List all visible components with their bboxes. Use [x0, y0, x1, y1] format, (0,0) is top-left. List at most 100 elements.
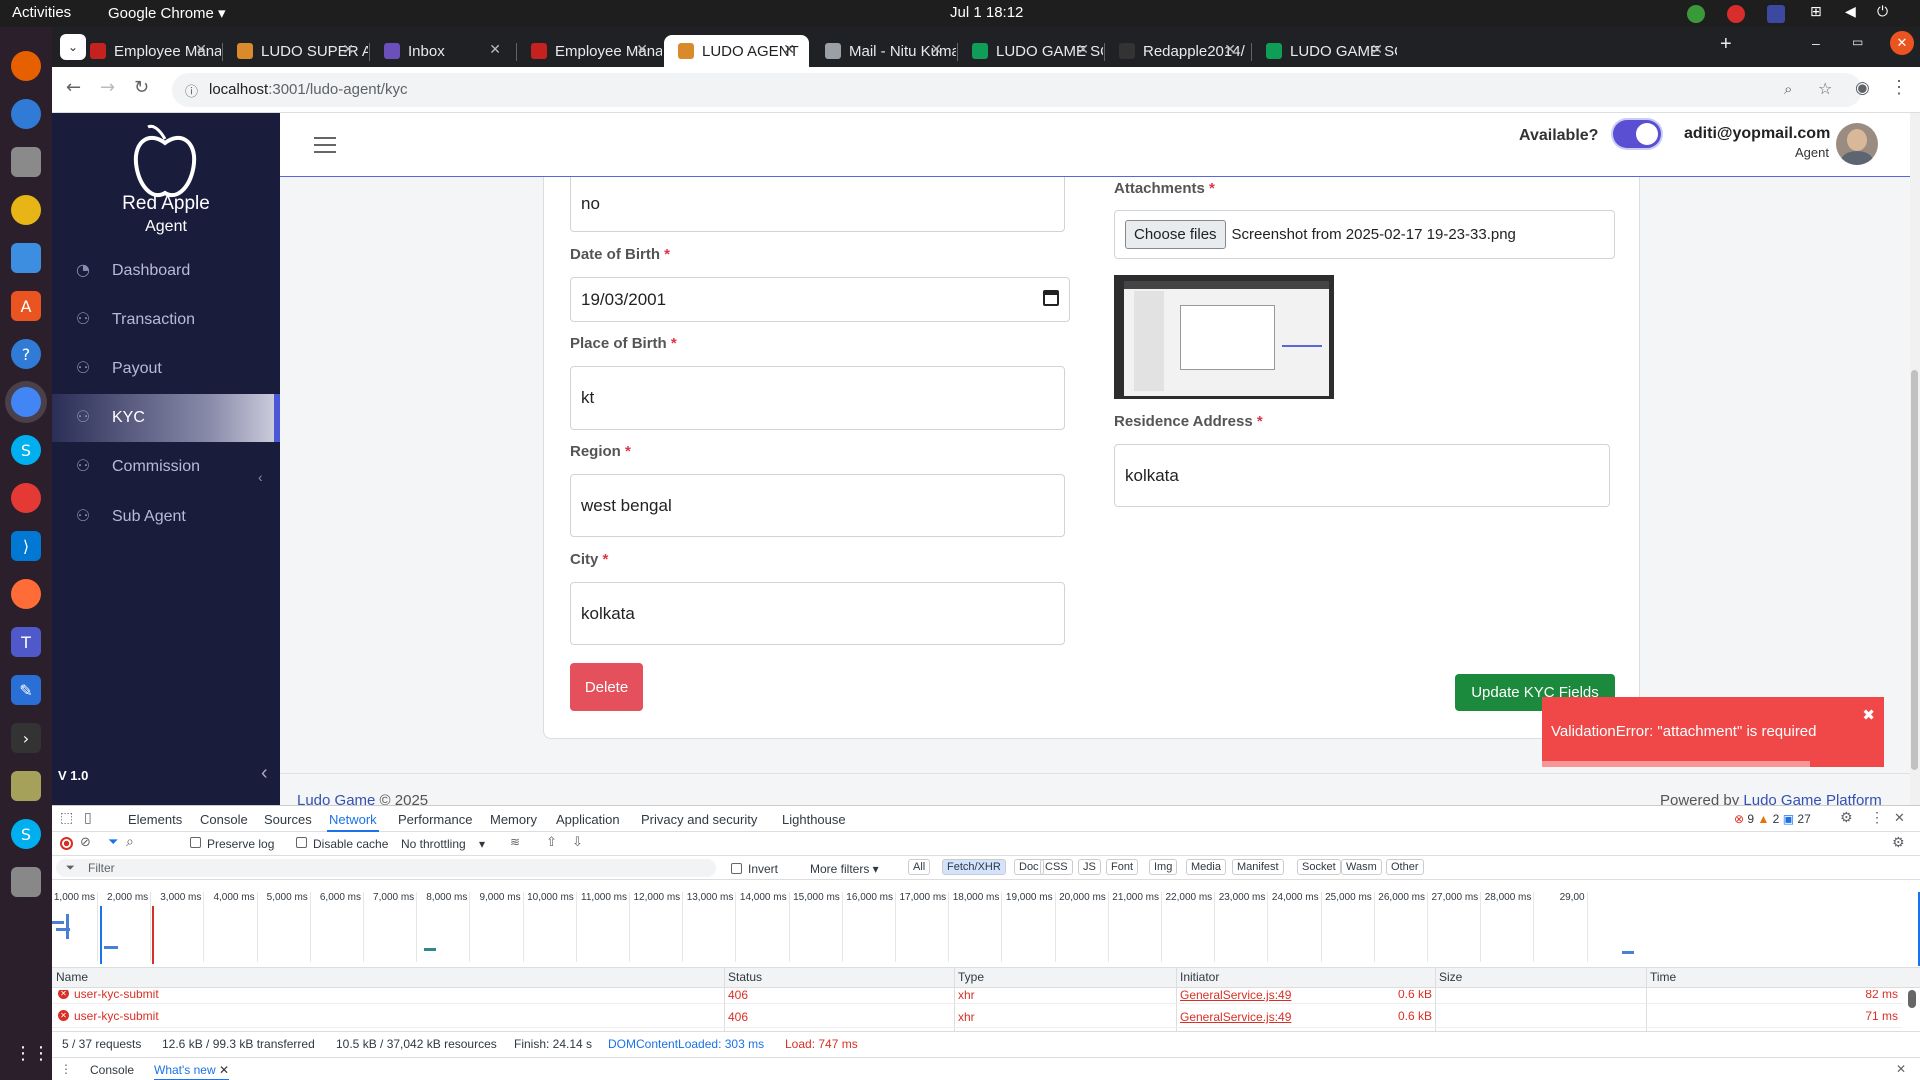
place-of-birth-input[interactable]: kt [570, 366, 1065, 430]
close-tab-icon[interactable]: ✕ [1371, 41, 1383, 58]
column-header-initiator[interactable]: Initiator [1180, 970, 1219, 984]
help-icon[interactable]: ? [11, 339, 41, 369]
browser-tab[interactable]: LUDO GAME SO ✕ [1252, 35, 1397, 67]
filter-chip-wasm[interactable]: Wasm [1341, 859, 1382, 875]
device-toolbar-icon[interactable]: ▯ [84, 810, 92, 826]
issues-counter[interactable]: ⊗ 9 ▲ 2 ▣ 27 [1734, 812, 1811, 826]
clock[interactable]: Jul 1 18:12 [950, 4, 1023, 21]
activities-button[interactable]: Activities [12, 4, 71, 21]
chrome-menu-icon[interactable]: ⋮ [1890, 77, 1908, 98]
sidebar-item-sub-agent[interactable]: ⚇ Sub Agent [52, 493, 280, 541]
devtools-tab-sources[interactable]: Sources [264, 812, 312, 827]
region-input[interactable]: west bengal [570, 474, 1065, 537]
network-settings-icon[interactable]: ⚙ [1892, 835, 1905, 851]
filter-chip-js[interactable]: JS [1078, 859, 1101, 875]
record-icon[interactable] [60, 837, 73, 850]
drawer-tab-console[interactable]: Console [90, 1063, 134, 1077]
network-conditions-icon[interactable]: ≋ [510, 835, 520, 849]
profile-icon[interactable]: ◉ [1855, 78, 1870, 98]
filter-chip-css[interactable]: CSS [1040, 859, 1073, 875]
residence-address-input[interactable]: kolkata [1114, 444, 1610, 507]
software-icon[interactable]: A [11, 291, 41, 321]
postman-icon[interactable] [11, 579, 41, 609]
filter-chip-font[interactable]: Font [1106, 859, 1139, 875]
folder-icon[interactable] [11, 771, 41, 801]
filter-chip-media[interactable]: Media [1186, 859, 1226, 875]
url-field[interactable]: ⓘ localhost:3001/ludo-agent/kyc ⌕ ☆ [172, 73, 1862, 107]
filter-chip-fetch-xhr[interactable]: Fetch/XHR [942, 859, 1006, 875]
minimize-button[interactable]: – [1812, 35, 1820, 51]
settings-gear-icon[interactable]: ⚙ [1840, 810, 1853, 826]
show-apps-icon[interactable]: ⋮⋮ [14, 1043, 50, 1064]
delete-button[interactable]: Delete [570, 663, 643, 711]
dob-date-input[interactable]: 19/03/2001 [570, 277, 1070, 322]
close-tab-icon[interactable]: ✕ [342, 41, 354, 58]
bookmark-star-icon[interactable]: ☆ [1818, 79, 1832, 98]
skype-icon[interactable]: S [11, 435, 41, 465]
text-field[interactable]: no [570, 177, 1065, 232]
devtools-tab-console[interactable]: Console [200, 812, 248, 827]
filter-chip-socket[interactable]: Socket [1297, 859, 1341, 875]
devtools-tab-lighthouse[interactable]: Lighthouse [782, 812, 846, 827]
close-drawer-icon[interactable]: ✕ [1896, 1062, 1906, 1076]
devtools-tab-performance[interactable]: Performance [398, 812, 472, 827]
devtools-tab-elements[interactable]: Elements [128, 812, 182, 827]
choose-files-button[interactable]: Choose files [1125, 220, 1226, 249]
preserve-log-checkbox[interactable] [190, 837, 201, 848]
browser-tab[interactable]: Inbox ✕ [370, 35, 515, 67]
tray-app-icon[interactable] [1687, 5, 1705, 23]
reload-icon[interactable]: ↻ [134, 77, 149, 98]
browser-tab[interactable]: Mail - Nitu Kuma ✕ [811, 35, 956, 67]
calendar-icon[interactable] [1043, 290, 1059, 306]
close-tab-icon[interactable]: ✕ [195, 41, 207, 58]
browser-tab[interactable]: Employee Mana ✕ [517, 35, 662, 67]
close-tab-icon[interactable]: ✕ [489, 41, 501, 58]
devtools-tab-memory[interactable]: Memory [490, 812, 537, 827]
row-name[interactable]: user-kyc-submit [74, 1009, 159, 1023]
table-row[interactable]: ✕ user-kyc-submit 406 xhr GeneralService.js:… [52, 1006, 1902, 1028]
forward-icon[interactable]: → [100, 77, 115, 98]
collapse-sidebar-icon[interactable]: ‹ [261, 762, 268, 785]
tray-app-icon[interactable] [1767, 5, 1785, 23]
devtools-tab-network[interactable]: Network [327, 812, 379, 832]
city-input[interactable]: kolkata [570, 582, 1065, 645]
power-icon[interactable]: ⏻ [1877, 4, 1888, 20]
more-filters-dropdown[interactable]: More filters ▾ [810, 862, 879, 876]
file-input[interactable]: Choose files Screenshot from 2025-02-17 … [1114, 210, 1615, 259]
app-menu[interactable]: Google Chrome ▾ [108, 4, 226, 22]
chevron-left-icon[interactable]: ‹ [258, 469, 263, 485]
filter-icon[interactable]: ⏷ [108, 835, 118, 850]
hamburger-menu-icon[interactable] [314, 137, 336, 153]
column-header-time[interactable]: Time [1650, 970, 1676, 984]
rhythmbox-icon[interactable] [11, 195, 41, 225]
drawer-menu-icon[interactable]: ⋮ [60, 1062, 72, 1076]
devtools-menu-icon[interactable]: ⋮ [1870, 809, 1884, 826]
tray-app-icon[interactable] [1727, 5, 1745, 23]
close-tab-icon[interactable]: ✕ [783, 41, 795, 58]
devtools-tab-application[interactable]: Application [556, 812, 620, 827]
volume-icon[interactable]: ◀ [1845, 4, 1856, 20]
row-name[interactable]: user-kyc-submit [74, 990, 159, 1001]
drawer-tab-whats-new[interactable]: What's new ✕ [154, 1063, 230, 1080]
search-icon[interactable]: ⌕ [126, 834, 134, 850]
disable-cache-checkbox[interactable] [296, 837, 307, 848]
filter-chip-all[interactable]: All [908, 859, 931, 875]
back-icon[interactable]: ← [66, 77, 81, 98]
chrome-icon[interactable] [11, 387, 41, 417]
column-header-size[interactable]: Size [1439, 970, 1462, 984]
filter-input[interactable]: ⏷ Filter [56, 859, 716, 877]
close-icon[interactable]: ✖ [1862, 706, 1875, 724]
network-icon[interactable]: ⊞ [1810, 4, 1822, 20]
sidebar-item-commission[interactable]: ⚇ Commission [52, 443, 280, 491]
site-info-icon[interactable]: ⓘ [185, 81, 198, 100]
avatar[interactable] [1836, 123, 1878, 165]
browser-tab[interactable]: LUDO AGENT ✕ [664, 35, 809, 67]
browser-tab[interactable]: Redapple2014/✕ [1105, 35, 1250, 67]
close-tab-icon[interactable]: ✕ [636, 41, 648, 58]
browser-tab[interactable]: Employee Mana ✕ [76, 35, 221, 67]
filter-chip-other[interactable]: Other [1386, 859, 1424, 875]
sidebar-item-kyc[interactable]: ⚇ KYC [52, 394, 280, 442]
sidebar-item-payout[interactable]: ⚇ Payout [52, 345, 280, 393]
skype-icon[interactable]: S [11, 819, 41, 849]
column-header-name[interactable]: Name [56, 970, 88, 984]
